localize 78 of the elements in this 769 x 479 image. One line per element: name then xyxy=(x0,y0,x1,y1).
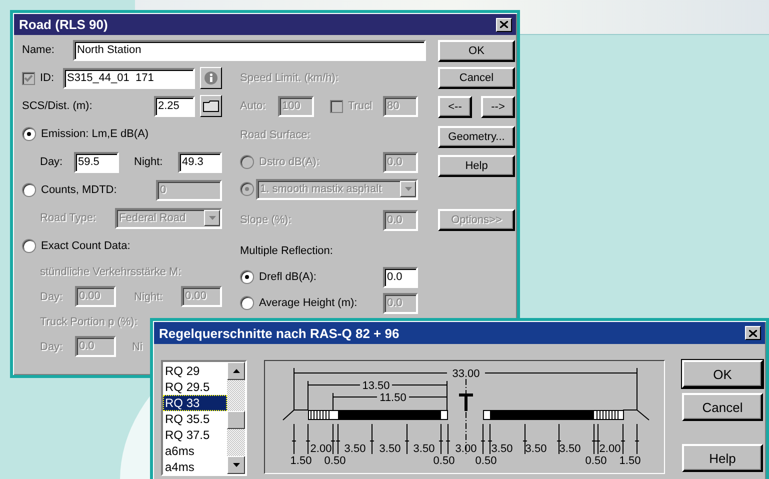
field-label: Day: xyxy=(40,340,64,352)
check-mark-icon xyxy=(24,74,33,82)
name-field[interactable]: North Station xyxy=(73,40,426,60)
info-button[interactable] xyxy=(200,67,222,89)
dimension-label: 1.50 xyxy=(619,455,641,467)
dialog-button[interactable]: Cancel xyxy=(682,393,763,421)
list-item[interactable]: RQ 37.5 xyxy=(163,427,227,443)
input-field[interactable]: 59.5 xyxy=(74,152,119,172)
dialog-button[interactable]: Geometry... xyxy=(438,126,515,148)
dimension-label: 11.50 xyxy=(380,392,406,404)
nav-button[interactable]: --> xyxy=(481,96,515,118)
dialog-button[interactable]: OK xyxy=(438,40,515,62)
dimension-label: 0.50 xyxy=(475,455,497,467)
window-title: Road (RLS 90) xyxy=(19,17,108,32)
dialog-button[interactable]: Help xyxy=(682,444,763,472)
close-button[interactable] xyxy=(496,18,512,32)
field-label: Night: xyxy=(134,290,163,302)
dimension-label: 3.50 xyxy=(379,443,401,455)
input-field[interactable]: 0.0 xyxy=(383,266,418,288)
id-checkbox[interactable]: ID: xyxy=(22,72,54,84)
drefl-radio[interactable]: Drefl dB(A): xyxy=(240,270,316,284)
list-item[interactable]: a4ms xyxy=(163,459,227,474)
input-field[interactable]: 2.25 xyxy=(154,96,195,116)
field-label: SCS/Dist. (m): xyxy=(22,100,92,112)
dimension-label: 1.50 xyxy=(290,455,312,467)
dimension-label: 0.50 xyxy=(585,455,607,467)
field-label: Ni xyxy=(132,340,142,352)
folder-icon xyxy=(203,100,219,112)
list-item[interactable]: RQ 29 xyxy=(163,363,227,379)
field-label: Road Surface: xyxy=(240,129,310,141)
dimension-label: 3.50 xyxy=(559,443,581,455)
dialog-button[interactable]: Help xyxy=(438,155,515,177)
scrollbar[interactable] xyxy=(227,362,245,474)
dimension-label: 13.50 xyxy=(362,380,390,392)
exact-count-radio[interactable]: Exact Count Data: xyxy=(22,239,130,253)
list-item[interactable]: a6ms xyxy=(163,443,227,459)
close-icon xyxy=(500,21,508,28)
field-label: Speed Limit. (km/h): xyxy=(240,72,338,84)
emission-radio[interactable]: Emission: Lm,E dB(A) xyxy=(22,127,149,141)
nav-button[interactable]: <-- xyxy=(438,96,472,118)
dimension-label: 0.50 xyxy=(324,455,346,467)
dimension-label: 3.50 xyxy=(491,443,513,455)
list-item[interactable]: RQ 29.5 xyxy=(163,379,227,395)
window-title: Regelquerschnitte nach RAS-Q 82 + 96 xyxy=(159,326,400,340)
close-icon xyxy=(749,330,757,336)
dimension-label: 2.00 xyxy=(310,443,332,455)
field-label: Night: xyxy=(134,156,163,168)
info-icon xyxy=(204,71,218,85)
field-label: Day: xyxy=(40,156,64,168)
dimension-label: 33.00 xyxy=(452,368,480,380)
dimension-label: 3.50 xyxy=(344,443,366,455)
id-field[interactable]: S315_44_01 171 xyxy=(63,68,195,88)
field-label: Multiple Reflection: xyxy=(240,245,333,257)
scroll-down-button[interactable] xyxy=(227,456,245,474)
field-label: Slope (%): xyxy=(240,214,292,226)
dialog-button[interactable]: Cancel xyxy=(438,67,515,89)
dimension-label: 3.50 xyxy=(525,443,547,455)
up-arrow-icon xyxy=(232,369,240,373)
dimension-label: 3.50 xyxy=(413,443,435,455)
field-label: Auto: xyxy=(240,100,267,112)
field-label: Name: xyxy=(22,44,54,56)
field-label: Day: xyxy=(40,290,64,302)
dialog-button[interactable]: OK xyxy=(682,360,763,388)
scroll-up-button[interactable] xyxy=(227,362,245,380)
cross-section-list[interactable]: RQ 29 RQ 29.5 RQ 33 RQ 35.5 RQ 37.5 a6ms a4ms xyxy=(161,360,247,476)
field-label: stündliche Verkehrsstärke M: xyxy=(40,266,182,278)
down-arrow-icon xyxy=(232,463,240,467)
field-label: Truck Portion p (%): xyxy=(40,316,138,328)
post-icon xyxy=(458,394,474,412)
close-button[interactable] xyxy=(745,326,761,340)
field-label: Road Type: xyxy=(40,212,98,224)
list-item[interactable]: RQ 35.5 xyxy=(163,411,227,427)
scroll-thumb[interactable] xyxy=(227,411,245,429)
folder-button[interactable] xyxy=(200,95,222,117)
list-item[interactable]: RQ 33 xyxy=(163,395,227,411)
dimension-label: 0.50 xyxy=(433,455,455,467)
input-field[interactable]: 49.3 xyxy=(178,152,222,172)
dimension-label: 2.00 xyxy=(599,443,621,455)
